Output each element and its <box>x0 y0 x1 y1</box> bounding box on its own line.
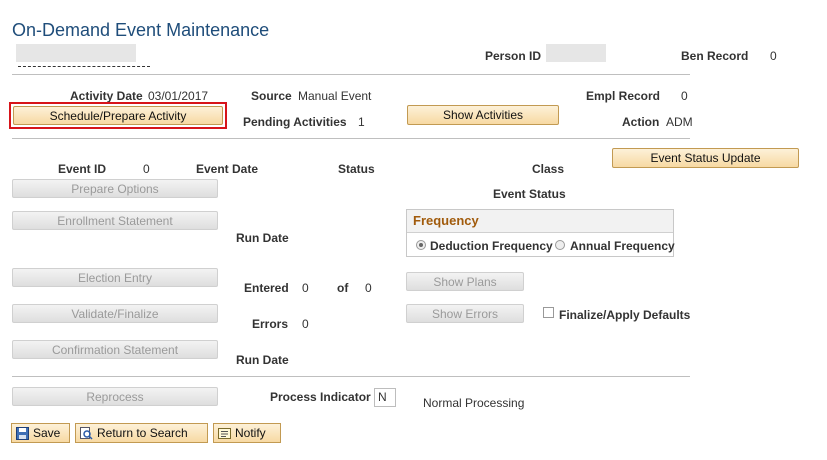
schedule-prepare-activity-button[interactable]: Schedule/Prepare Activity <box>13 106 223 125</box>
divider <box>12 376 690 377</box>
event-id-label: Event ID <box>58 162 107 176</box>
employee-name-redacted <box>16 44 136 62</box>
show-activities-button[interactable]: Show Activities <box>407 105 559 125</box>
page-title: On-Demand Event Maintenance <box>12 20 270 40</box>
action-label: Action <box>622 115 660 129</box>
person-id-label: Person ID <box>485 49 542 63</box>
process-indicator-description: Normal Processing <box>423 396 525 410</box>
annual-frequency-label: Annual Frequency <box>570 239 675 253</box>
reprocess-button[interactable]: Reprocess <box>12 387 218 406</box>
divider <box>12 74 690 75</box>
source-label: Source <box>251 89 292 103</box>
event-status-update-button[interactable]: Event Status Update <box>612 148 799 168</box>
of-value: 0 <box>365 281 372 295</box>
frequency-header: Frequency <box>407 210 673 233</box>
person-id-value-redacted <box>546 44 606 62</box>
finalize-apply-defaults-checkbox[interactable] <box>543 307 554 318</box>
process-indicator-field[interactable]: N <box>374 388 396 407</box>
return-to-search-label: Return to Search <box>97 426 188 440</box>
notify-icon <box>218 427 231 440</box>
validate-finalize-button[interactable]: Validate/Finalize <box>12 304 218 323</box>
event-date-label: Event Date <box>196 162 259 176</box>
source-value: Manual Event <box>298 89 372 103</box>
class-label: Class <box>532 162 565 176</box>
save-label: Save <box>33 426 61 440</box>
name-underline <box>18 66 150 67</box>
errors-label: Errors <box>252 317 289 331</box>
action-value: ADM <box>666 115 693 129</box>
process-indicator-label: Process Indicator <box>270 390 371 404</box>
show-plans-button[interactable]: Show Plans <box>406 272 524 291</box>
prepare-options-button[interactable]: Prepare Options <box>12 179 218 198</box>
errors-value: 0 <box>302 317 309 331</box>
divider <box>12 138 690 139</box>
finalize-apply-defaults-label: Finalize/Apply Defaults <box>559 308 691 322</box>
frequency-group: Frequency Deduction Frequency Annual Fre… <box>406 209 675 257</box>
event-id-value: 0 <box>143 162 150 176</box>
deduction-frequency-radio[interactable] <box>416 240 426 250</box>
entered-value: 0 <box>302 281 309 295</box>
status-label: Status <box>338 162 375 176</box>
ben-record-value: 0 <box>770 49 777 63</box>
save-icon <box>16 426 29 440</box>
entered-label: Entered <box>244 281 289 295</box>
election-entry-button[interactable]: Election Entry <box>12 268 218 287</box>
pending-activities-value: 1 <box>358 115 365 129</box>
of-label: of <box>337 281 349 295</box>
deduction-frequency-label: Deduction Frequency <box>430 239 553 253</box>
run-date-label-2: Run Date <box>236 353 289 367</box>
activity-date-value: 03/01/2017 <box>148 89 209 103</box>
empl-record-label: Empl Record <box>586 89 661 103</box>
annual-frequency-radio[interactable] <box>555 240 565 250</box>
return-to-search-button[interactable]: Return to Search <box>75 423 208 443</box>
search-icon <box>80 426 93 440</box>
empl-record-value: 0 <box>681 89 688 103</box>
notify-button[interactable]: Notify <box>213 423 281 443</box>
activity-date-label: Activity Date <box>70 89 143 103</box>
run-date-label: Run Date <box>236 231 289 245</box>
notify-label: Notify <box>235 426 266 440</box>
enrollment-statement-button[interactable]: Enrollment Statement <box>12 211 218 230</box>
show-errors-button[interactable]: Show Errors <box>406 304 524 323</box>
confirmation-statement-button[interactable]: Confirmation Statement <box>12 340 218 359</box>
save-button[interactable]: Save <box>11 423 70 443</box>
pending-activities-label: Pending Activities <box>243 115 347 129</box>
ben-record-label: Ben Record <box>681 49 749 63</box>
event-status-label: Event Status <box>493 187 566 201</box>
